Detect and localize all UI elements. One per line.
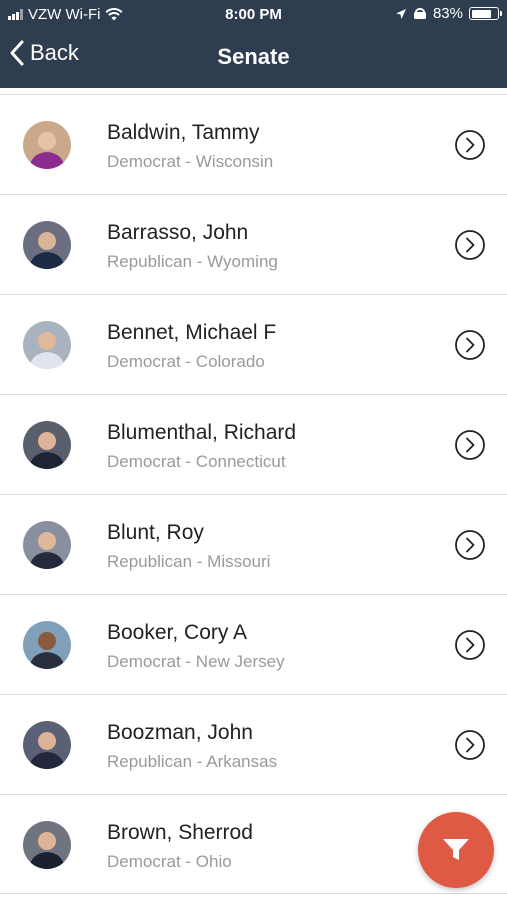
chevron-right-circle-icon[interactable] (454, 229, 486, 261)
senator-row[interactable]: Boozman, John Republican - Arkansas (0, 694, 507, 794)
senator-name: Blumenthal, Richard (107, 421, 297, 444)
senator-name: Brown, Sherrod (107, 821, 253, 844)
chevron-right-circle-icon[interactable] (454, 729, 486, 761)
senator-list: Baldwin, Tammy Democrat - Wisconsin Barras… (0, 94, 507, 894)
avatar (23, 221, 71, 269)
chevron-right-circle-icon[interactable] (454, 129, 486, 161)
chevron-right-circle-icon[interactable] (454, 429, 486, 461)
senator-name: Baldwin, Tammy (107, 121, 260, 144)
status-right: 83% (395, 5, 502, 22)
senator-row[interactable]: Blumenthal, Richard Democrat - Connecticu… (0, 394, 507, 494)
senator-party-state: Democrat - Connecticut (107, 452, 286, 471)
avatar (23, 621, 71, 669)
avatar (23, 421, 71, 469)
senator-name: Blunt, Roy (107, 521, 204, 544)
chevron-right-circle-icon[interactable] (454, 329, 486, 361)
avatar (23, 321, 71, 369)
senator-party-state: Democrat - New Jersey (107, 652, 285, 671)
senator-row[interactable]: Baldwin, Tammy Democrat - Wisconsin (0, 94, 507, 194)
status-bar: VZW Wi-Fi 8:00 PM 83% (0, 0, 507, 30)
senator-name: Barrasso, John (107, 221, 249, 244)
filter-icon (443, 839, 469, 860)
senator-party-state: Republican - Missouri (107, 552, 271, 571)
senator-party-state: Democrat - Colorado (107, 352, 265, 371)
chevron-right-circle-icon[interactable] (454, 629, 486, 661)
senator-name: Boozman, John (107, 721, 253, 744)
senator-row[interactable]: Bennet, Michael F Democrat - Colorado (0, 294, 507, 394)
filter-button[interactable] (418, 812, 494, 888)
senator-party-state: Republican - Arkansas (107, 752, 278, 771)
app-header: VZW Wi-Fi 8:00 PM 83% Back Senate (0, 0, 507, 88)
avatar (23, 821, 71, 869)
chevron-right-circle-icon[interactable] (454, 529, 486, 561)
nav-bar: Back Senate (0, 30, 507, 88)
page-title: Senate (217, 44, 290, 69)
avatar (23, 721, 71, 769)
avatar (23, 521, 71, 569)
senator-name: Booker, Cory A (107, 621, 248, 644)
avatar (23, 121, 71, 169)
senator-row[interactable]: Barrasso, John Republican - Wyoming (0, 194, 507, 294)
senator-party-state: Democrat - Ohio (107, 852, 232, 871)
battery-percent: 83% (432, 5, 463, 22)
senator-party-state: Democrat - Wisconsin (107, 152, 274, 171)
location-icon (395, 8, 406, 19)
senator-row[interactable]: Booker, Cory A Democrat - New Jersey (0, 594, 507, 694)
senator-row[interactable]: Blunt, Roy Republican - Missouri (0, 494, 507, 594)
battery-icon (469, 7, 502, 20)
senator-party-state: Republican - Wyoming (107, 252, 278, 271)
senator-name: Bennet, Michael F (107, 321, 277, 344)
alarm-icon (413, 8, 426, 19)
